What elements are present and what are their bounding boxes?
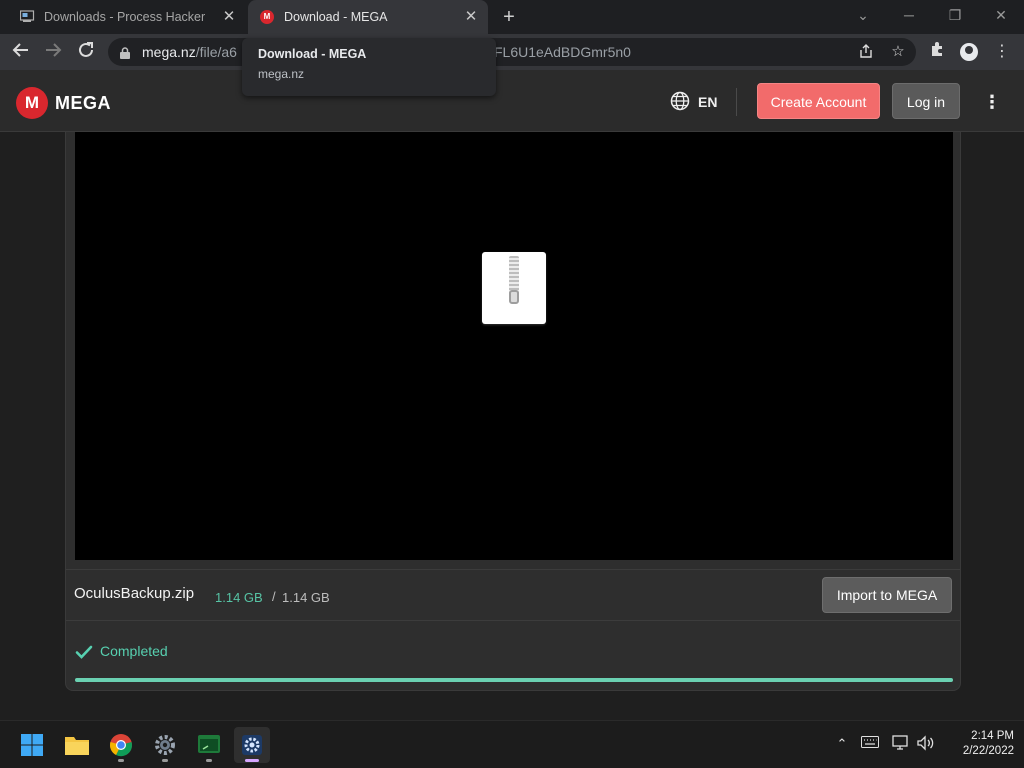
- file-explorer-icon[interactable]: [59, 727, 95, 763]
- tab-mega-download[interactable]: M Download - MEGA ✕: [248, 0, 488, 34]
- process-hacker-favicon-icon: [19, 10, 36, 24]
- download-status-label: Completed: [100, 643, 168, 659]
- new-tab-icon[interactable]: +: [498, 6, 520, 28]
- reload-icon[interactable]: [75, 41, 97, 63]
- mega-header: M MEGA EN Create Account Log in ⋮: [0, 70, 1024, 132]
- url-tail-text: FL6U1eAdBDGmr5n0: [494, 44, 631, 60]
- minimize-icon[interactable]: ─: [897, 5, 921, 25]
- file-name: OculusBackup.zip: [74, 585, 195, 602]
- restore-icon[interactable]: ❐: [943, 5, 967, 25]
- checkmark-icon: [75, 643, 93, 661]
- downloaded-size: 1.14 GB: [215, 590, 263, 605]
- size-separator: /: [272, 589, 276, 604]
- file-info-row: OculusBackup.zip 1.14 GB / 1.14 GB Impor…: [66, 569, 960, 621]
- login-button[interactable]: Log in: [892, 83, 960, 119]
- address-bar[interactable]: mega.nz/file/a6 FL6U1eAdBDGmr5n0 ☆: [108, 38, 916, 66]
- tab-hover-card: Download - MEGA mega.nz: [242, 38, 496, 96]
- windows-taskbar: ⌃ 2:14 PM 2/22/2022: [0, 720, 1024, 768]
- clock-date: 2/22/2022: [962, 745, 1014, 757]
- settings-gear-icon[interactable]: [147, 727, 183, 763]
- tab-hover-title: Download - MEGA: [258, 47, 367, 61]
- network-icon[interactable]: [892, 735, 910, 753]
- language-label: EN: [698, 94, 718, 110]
- url-text: mega.nz/file/a6: [142, 44, 237, 60]
- download-card: OculusBackup.zip 1.14 GB / 1.14 GB Impor…: [65, 132, 961, 691]
- total-size: 1.14 GB: [282, 590, 330, 605]
- taskbar-clock[interactable]: 2:14 PM 2/22/2022: [944, 729, 1014, 759]
- tab-close-icon[interactable]: ✕: [220, 8, 238, 26]
- chrome-icon[interactable]: [103, 727, 139, 763]
- volume-icon[interactable]: [917, 735, 935, 753]
- tab-hover-host: mega.nz: [258, 67, 305, 81]
- download-progress-bar: [75, 678, 953, 682]
- windows-start-icon[interactable]: [14, 727, 50, 763]
- process-hacker-icon[interactable]: [234, 727, 270, 763]
- tab-process-hacker-downloads[interactable]: Downloads - Process Hacker ✕: [8, 0, 246, 34]
- mega-favicon-icon: M: [260, 10, 274, 24]
- more-options-icon[interactable]: ⋮: [980, 90, 1004, 114]
- language-selector[interactable]: EN: [670, 91, 717, 113]
- terminal-icon[interactable]: [191, 727, 227, 763]
- clock-time: 2:14 PM: [971, 730, 1014, 742]
- browser-tab-strip: Downloads - Process Hacker ✕ M Download …: [0, 0, 1024, 34]
- file-preview-area: [75, 132, 953, 560]
- tab-label: Download - MEGA: [284, 10, 388, 24]
- download-progress-fill: [75, 678, 953, 682]
- keyboard-icon[interactable]: [861, 735, 879, 753]
- globe-icon: [670, 91, 690, 114]
- tab-close-icon[interactable]: ✕: [462, 8, 480, 26]
- profile-icon[interactable]: [960, 43, 978, 61]
- share-icon[interactable]: [857, 43, 875, 61]
- star-icon[interactable]: ☆: [889, 43, 907, 61]
- tab-search-chevron-icon[interactable]: ⌄: [851, 5, 875, 25]
- menu-icon[interactable]: ⋮: [991, 41, 1013, 63]
- close-window-icon[interactable]: ✕: [989, 5, 1013, 25]
- create-account-button[interactable]: Create Account: [757, 83, 880, 119]
- tab-label: Downloads - Process Hacker: [44, 10, 206, 24]
- mega-logo-icon[interactable]: M: [16, 87, 48, 119]
- extensions-icon[interactable]: [926, 41, 948, 63]
- browser-toolbar: mega.nz/file/a6 FL6U1eAdBDGmr5n0 ☆ ⋮: [0, 34, 1024, 70]
- download-status-row: Completed: [66, 622, 960, 690]
- header-divider: [736, 88, 737, 116]
- lock-icon[interactable]: [120, 46, 130, 59]
- back-icon[interactable]: [10, 41, 32, 63]
- zip-file-icon: [482, 252, 546, 324]
- forward-icon[interactable]: [42, 41, 64, 63]
- mega-logo-text[interactable]: MEGA: [55, 93, 111, 114]
- show-hidden-icons-chevron-icon[interactable]: ⌃: [833, 735, 851, 753]
- import-to-mega-button[interactable]: Import to MEGA: [822, 577, 952, 613]
